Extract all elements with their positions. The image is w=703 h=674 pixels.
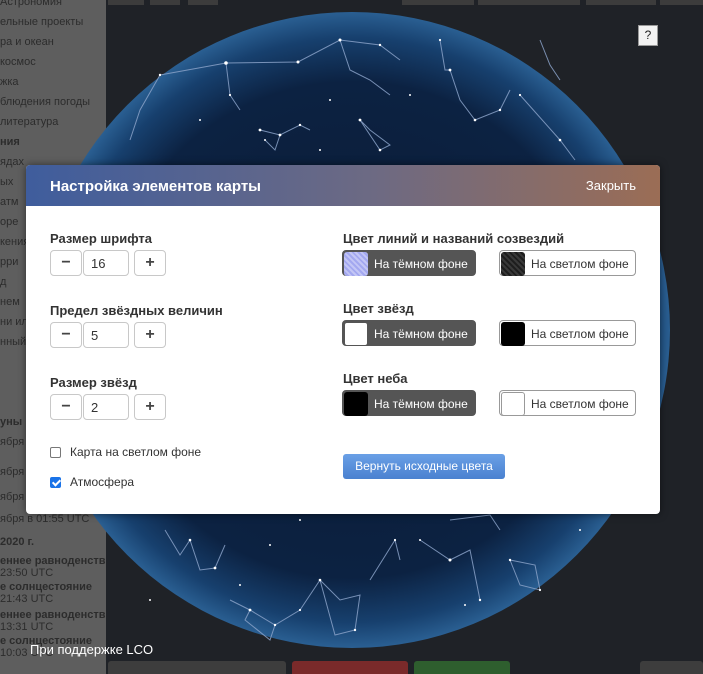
color-swatch bbox=[501, 252, 525, 276]
color-swatch bbox=[501, 392, 525, 416]
dialog-title: Настройка элементов карты bbox=[50, 178, 261, 195]
dialog-header: Настройка элементов карты Закрыть bbox=[26, 165, 660, 206]
increase-button[interactable]: + bbox=[134, 394, 166, 420]
increase-button[interactable]: + bbox=[134, 250, 166, 276]
button-label: На тёмном фоне bbox=[374, 397, 468, 411]
color-swatch bbox=[344, 392, 368, 416]
button-label: На светлом фоне bbox=[531, 397, 629, 411]
bottom-button[interactable] bbox=[640, 661, 703, 674]
atmosphere-checkbox[interactable] bbox=[50, 477, 61, 488]
sky-light-color-button[interactable]: На светлом фоне bbox=[499, 390, 636, 416]
light-map-label: Карта на светлом фоне bbox=[70, 445, 202, 459]
sky-dark-color-button[interactable]: На тёмном фоне bbox=[342, 390, 476, 416]
constellation-dark-color-button[interactable]: На тёмном фоне bbox=[342, 250, 476, 276]
light-map-checkbox[interactable] bbox=[50, 447, 61, 458]
close-button[interactable]: Закрыть bbox=[586, 178, 636, 193]
color-swatch bbox=[344, 322, 368, 346]
bottom-button[interactable] bbox=[108, 661, 286, 674]
star-light-color-button[interactable]: На светлом фоне bbox=[499, 320, 636, 346]
button-label: На тёмном фоне bbox=[374, 257, 468, 271]
atmosphere-label: Атмосфера bbox=[70, 475, 135, 489]
color-swatch bbox=[501, 322, 525, 346]
star-size-input[interactable]: 2 bbox=[83, 394, 129, 420]
bottom-button[interactable] bbox=[292, 661, 408, 674]
star-size-label: Размер звёзд bbox=[50, 375, 137, 390]
decrease-button[interactable]: − bbox=[50, 322, 82, 348]
button-label: На светлом фоне bbox=[531, 257, 629, 271]
sky-color-label: Цвет неба bbox=[343, 371, 408, 386]
button-label: На тёмном фоне bbox=[374, 327, 468, 341]
font-size-input[interactable]: 16 bbox=[83, 250, 129, 276]
help-button[interactable]: ? bbox=[638, 25, 658, 46]
star-color-label: Цвет звёзд bbox=[343, 301, 414, 316]
constellation-color-label: Цвет линий и названий созвездий bbox=[343, 231, 565, 246]
map-settings-dialog: Настройка элементов карты Закрыть Размер… bbox=[26, 165, 660, 514]
constellation-light-color-button[interactable]: На светлом фоне bbox=[499, 250, 636, 276]
credit-text: При поддержке LCO bbox=[30, 642, 154, 657]
decrease-button[interactable]: − bbox=[50, 250, 82, 276]
button-label: На светлом фоне bbox=[531, 327, 629, 341]
reset-colors-button[interactable]: Вернуть исходные цвета bbox=[343, 454, 505, 479]
star-dark-color-button[interactable]: На тёмном фоне bbox=[342, 320, 476, 346]
mag-limit-input[interactable]: 5 bbox=[83, 322, 129, 348]
decrease-button[interactable]: − bbox=[50, 394, 82, 420]
font-size-label: Размер шрифта bbox=[50, 231, 152, 246]
increase-button[interactable]: + bbox=[134, 322, 166, 348]
mag-limit-label: Предел звёздных величин bbox=[50, 303, 223, 318]
color-swatch bbox=[344, 252, 368, 276]
bottom-button[interactable] bbox=[414, 661, 510, 674]
